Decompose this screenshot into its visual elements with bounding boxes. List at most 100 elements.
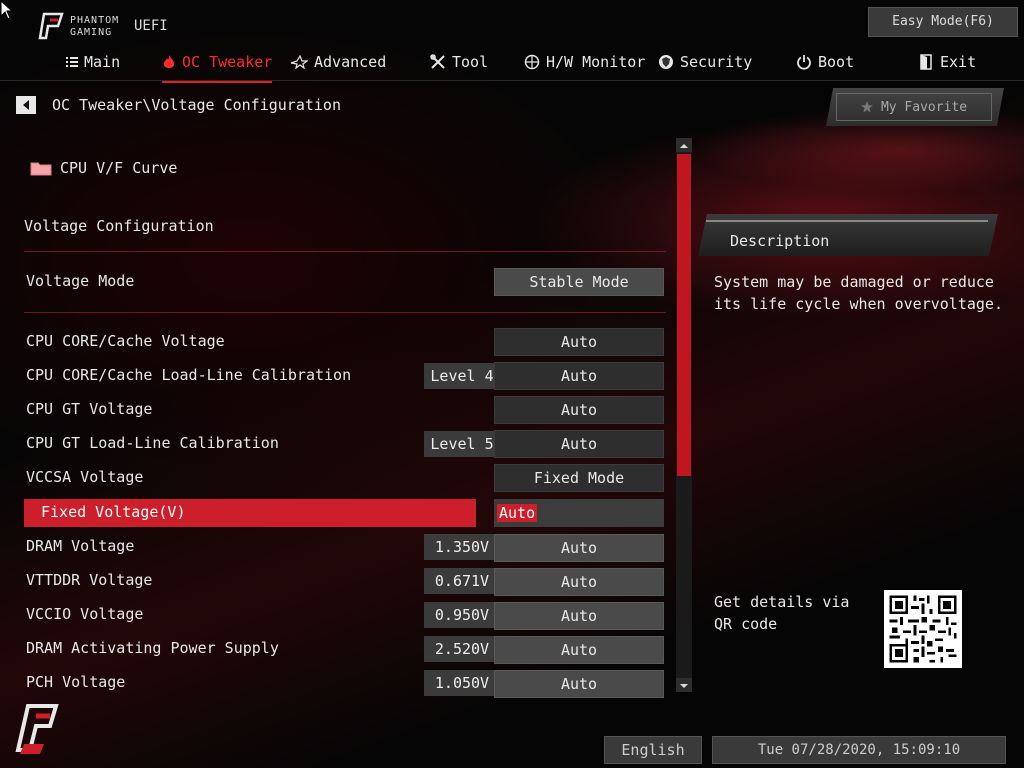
description-text: System may be damaged or reduce its life… — [714, 273, 1003, 313]
vccio-voltage-value[interactable]: Auto — [494, 602, 664, 630]
favorite-star-icon — [860, 101, 873, 113]
cpu-vf-curve-link[interactable]: CPU V/F Curve — [30, 159, 177, 177]
setting-label: CPU CORE/Cache Load-Line Calibration — [26, 366, 352, 384]
tab-hw-monitor[interactable]: H/W Monitor — [524, 50, 645, 74]
setting-row-fixed-voltage[interactable]: Fixed Voltage(V) — [24, 499, 476, 527]
setting-label: Voltage Mode — [26, 272, 135, 290]
fixed-voltage-input[interactable]: Auto — [494, 499, 664, 527]
back-button[interactable] — [16, 96, 36, 114]
my-favorite-label: My Favorite — [880, 99, 968, 115]
setting-row-vccsa-voltage[interactable]: VCCSA Voltage — [24, 464, 476, 492]
my-favorite-button[interactable]: My Favorite — [826, 88, 1004, 126]
setting-row-pch-voltage[interactable]: PCH Voltage 1.050V — [24, 669, 500, 697]
tab-main[interactable]: Main — [66, 50, 120, 74]
brand-line2: GAMING — [70, 27, 113, 38]
easy-mode-button[interactable]: Easy Mode(F6) — [868, 7, 1018, 37]
setting-row-dram-voltage[interactable]: DRAM Voltage 1.350V — [24, 533, 500, 561]
tab-advanced[interactable]: Advanced — [290, 50, 386, 74]
triangle-down-icon — [680, 684, 688, 688]
tab-tool[interactable]: Tool — [430, 50, 488, 74]
setting-row-dram-activating-power-supply[interactable]: DRAM Activating Power Supply 2.520V — [24, 635, 500, 663]
section-title: Voltage Configuration — [24, 217, 214, 235]
section-divider — [24, 251, 666, 252]
tab-advanced-label: Advanced — [314, 53, 387, 71]
current-voltage-tag: 2.520V — [424, 636, 500, 662]
setting-label: Fixed Voltage(V) — [41, 503, 186, 521]
language-button[interactable]: English — [604, 736, 702, 764]
current-voltage-tag: 0.671V — [424, 568, 500, 594]
setting-label: CPU CORE/Cache Voltage — [26, 332, 225, 350]
setting-label: PCH Voltage — [26, 673, 126, 691]
nav-divider — [0, 80, 1024, 81]
fixed-voltage-input-text: Auto — [497, 504, 538, 522]
tab-main-label: Main — [84, 53, 121, 71]
setting-row-vttddr-voltage[interactable]: VTTDDR Voltage 0.671V — [24, 567, 500, 595]
triangle-up-icon — [680, 144, 688, 148]
list-icon — [66, 57, 78, 67]
setting-row-cpu-gt-llc[interactable]: CPU GT Load-Line Calibration Level 5 — [24, 430, 500, 458]
current-voltage-tag: 0.950V — [424, 602, 500, 628]
cpu-core-cache-llc-value[interactable]: Auto — [494, 362, 664, 390]
setting-row-voltage-mode[interactable]: Voltage Mode — [24, 268, 476, 296]
flame-icon — [163, 55, 175, 68]
current-level-tag: Level 5 — [424, 431, 500, 457]
folder-icon — [30, 162, 52, 176]
tab-tool-label: Tool — [452, 53, 489, 71]
star-icon — [290, 55, 308, 69]
cpu-gt-voltage-value[interactable]: Auto — [494, 396, 664, 424]
setting-label: DRAM Activating Power Supply — [26, 639, 279, 657]
tab-oc-tweaker-label: OC Tweaker — [182, 53, 273, 71]
tab-boot[interactable]: Boot — [796, 50, 854, 74]
setting-label: VTTDDR Voltage — [26, 571, 153, 589]
brand-uefi: UEFI — [134, 18, 168, 34]
setting-label: VCCIO Voltage — [26, 605, 144, 623]
mouse-cursor-icon — [0, 0, 14, 20]
shield-icon — [659, 55, 673, 69]
current-voltage-tag: 1.050V — [424, 670, 500, 696]
dram-voltage-value[interactable]: Auto — [494, 534, 664, 562]
breadcrumb: OC Tweaker\Voltage Configuration — [52, 96, 341, 114]
current-level-tag: Level 4 — [424, 363, 500, 389]
brand-line1: PHANTOM — [70, 15, 120, 26]
tab-exit[interactable]: Exit — [918, 50, 976, 74]
phantom-gaming-footer-logo-icon — [15, 704, 59, 754]
voltage-mode-value[interactable]: Stable Mode — [494, 268, 664, 296]
exit-door-icon — [920, 54, 932, 70]
datetime-display: Tue 07/28/2020, 15:09:10 — [712, 736, 1006, 764]
pch-voltage-value[interactable]: Auto — [494, 670, 664, 698]
my-favorite-frame: My Favorite — [836, 93, 992, 121]
tab-boot-label: Boot — [818, 53, 855, 71]
description-title: Description — [730, 232, 830, 250]
scroll-up-button[interactable] — [676, 138, 692, 152]
cpu-vf-curve-label: CPU V/F Curve — [60, 159, 178, 177]
qr-details-text: Get details via QR code — [714, 593, 850, 633]
setting-label: VCCSA Voltage — [26, 468, 144, 486]
setting-label: CPU GT Load-Line Calibration — [26, 434, 279, 452]
vccsa-voltage-value[interactable]: Fixed Mode — [494, 464, 664, 492]
setting-row-vccio-voltage[interactable]: VCCIO Voltage 0.950V — [24, 601, 500, 629]
setting-row-cpu-core-cache-llc[interactable]: CPU CORE/Cache Load-Line Calibration Lev… — [24, 362, 500, 390]
vttddr-voltage-value[interactable]: Auto — [494, 568, 664, 596]
main-nav: Main OC Tweaker Advanced Tool H/W Monito… — [0, 44, 1024, 83]
qr-code — [884, 590, 962, 668]
setting-row-cpu-gt-voltage[interactable]: CPU GT Voltage — [24, 396, 476, 424]
cpu-gt-llc-value[interactable]: Auto — [494, 430, 664, 458]
scrollbar-thumb[interactable] — [677, 154, 691, 476]
back-arrow-icon — [23, 100, 29, 110]
setting-label: CPU GT Voltage — [26, 400, 153, 418]
tab-oc-tweaker[interactable]: OC Tweaker — [162, 50, 273, 83]
scrollbar[interactable] — [676, 138, 692, 692]
cpu-core-cache-voltage-value[interactable]: Auto — [494, 328, 664, 356]
power-icon — [797, 55, 811, 70]
section-divider — [24, 312, 666, 313]
phantom-gaming-logo: PHANTOM GAMING UEFI — [38, 12, 168, 40]
phantom-gaming-logo-icon — [38, 12, 64, 40]
setting-row-cpu-core-cache-voltage[interactable]: CPU CORE/Cache Voltage — [24, 328, 476, 356]
setting-label: DRAM Voltage — [26, 537, 135, 555]
crosshair-icon — [524, 54, 540, 70]
scroll-down-button[interactable] — [676, 678, 692, 692]
tab-security[interactable]: Security — [658, 50, 752, 74]
tab-security-label: Security — [680, 53, 753, 71]
dram-activating-power-supply-value[interactable]: Auto — [494, 636, 664, 664]
tools-icon — [430, 54, 445, 69]
